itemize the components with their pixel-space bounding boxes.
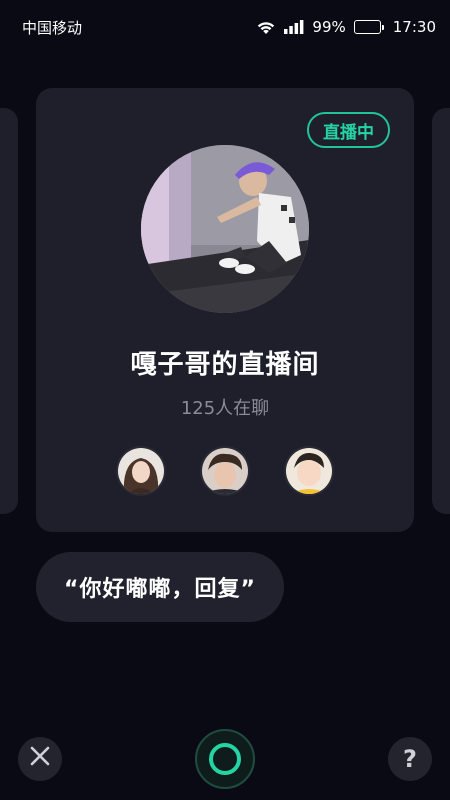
close-icon [29, 745, 51, 773]
next-room-card[interactable] [432, 108, 450, 514]
wifi-icon [256, 20, 276, 35]
voice-input-button[interactable] [195, 729, 255, 789]
room-title: 嘎子哥的直播间 [130, 350, 320, 380]
member-avatar-3[interactable] [284, 446, 334, 496]
mic-ring-icon [209, 743, 241, 775]
battery-icon [353, 20, 384, 34]
signal-icon [284, 20, 304, 34]
voice-prompt-bubble: “你好嘟嘟，回复” [36, 552, 284, 622]
clock: 17:30 [392, 18, 436, 36]
member-avatar-2[interactable] [200, 446, 250, 496]
close-button[interactable] [18, 737, 62, 781]
live-room-card[interactable]: 直播中 嘎子哥的直播间 125人在聊 [36, 88, 414, 532]
voice-prompt-text: “你好嘟嘟，回复” [64, 577, 256, 602]
carrier-label: 中国移动 [22, 18, 83, 37]
member-avatar-1[interactable] [116, 446, 166, 496]
live-badge: 直播中 [307, 112, 390, 148]
status-bar: 中国移动 99% 17:30 [0, 0, 450, 54]
host-avatar[interactable] [141, 145, 309, 313]
status-icons: 99% 17:30 [256, 18, 436, 36]
battery-percent: 99% [312, 18, 346, 36]
help-icon: ? [403, 745, 417, 773]
help-button[interactable]: ? [388, 737, 432, 781]
listener-count: 125人在聊 [180, 398, 270, 419]
previous-room-card[interactable] [0, 108, 18, 514]
